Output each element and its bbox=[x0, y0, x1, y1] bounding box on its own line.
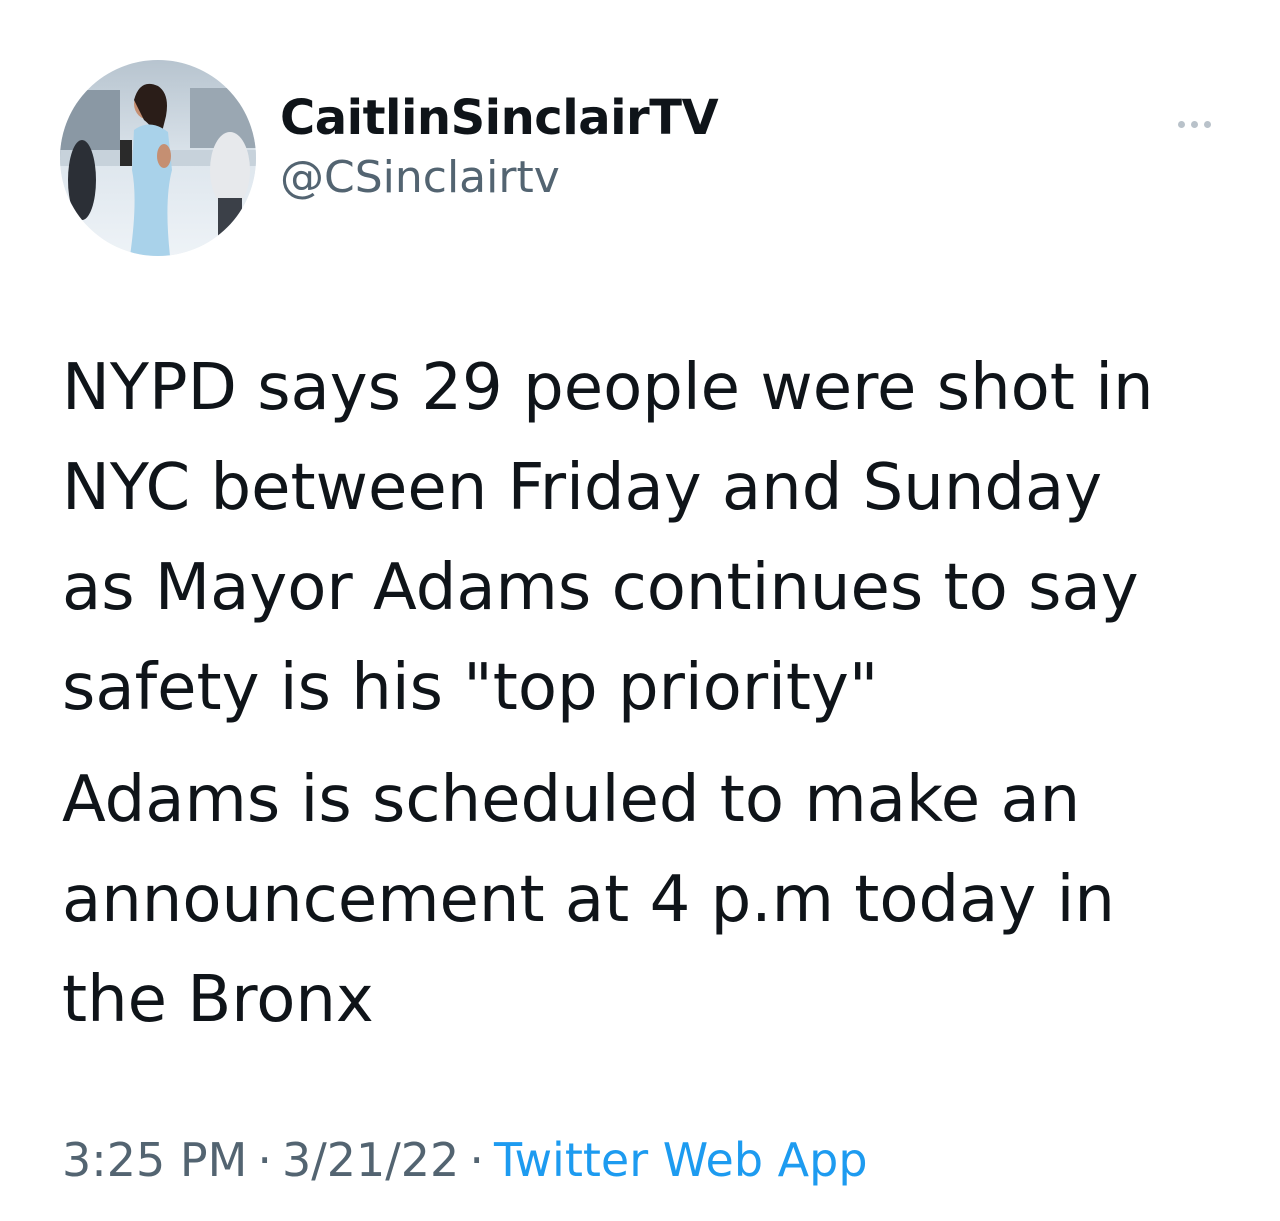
tweet-card: CaitlinSinclairTV @CSinclairtv NYPD says… bbox=[0, 0, 1280, 1221]
separator: · bbox=[469, 1133, 484, 1187]
tweet-date[interactable]: 3/21/22 bbox=[282, 1133, 459, 1187]
user-handle[interactable]: @CSinclairtv bbox=[280, 150, 718, 206]
profile-photo bbox=[60, 60, 256, 256]
tweet-metadata: 3:25 PM · 3/21/22 · Twitter Web App bbox=[62, 1128, 868, 1192]
tweet-paragraph: NYPD says 29 people were shot in NYC bet… bbox=[62, 351, 1154, 725]
author-info: CaitlinSinclairTV @CSinclairtv bbox=[280, 88, 719, 206]
tweet-text: NYPD says 29 people were shot in NYC bet… bbox=[62, 338, 1232, 1050]
more-horizontal-icon bbox=[1177, 120, 1211, 128]
tweet-paragraph: Adams is scheduled to make an announceme… bbox=[62, 763, 1115, 1037]
separator: · bbox=[257, 1133, 272, 1187]
more-options-button[interactable] bbox=[1164, 104, 1224, 144]
tweet-source-link[interactable]: Twitter Web App bbox=[494, 1133, 868, 1187]
display-name[interactable]: CaitlinSinclairTV bbox=[280, 88, 719, 148]
avatar[interactable] bbox=[60, 60, 256, 256]
tweet-time[interactable]: 3:25 PM bbox=[62, 1133, 247, 1187]
